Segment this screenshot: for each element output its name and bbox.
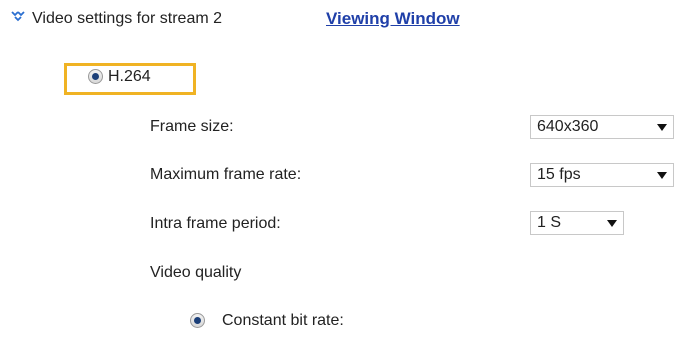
viewing-window-link[interactable]: Viewing Window [326,9,460,29]
max-frame-rate-value: 15 fps [537,166,581,183]
max-frame-rate-select[interactable]: 15 fps [530,163,674,187]
chevron-down-icon [607,219,617,227]
max-frame-rate-label: Maximum frame rate: [150,166,302,183]
chevron-down-icon [657,123,667,131]
chevron-down-icon [657,171,667,179]
video-quality-label: Video quality [150,264,242,281]
frame-size-select[interactable]: 640x360 [530,115,674,139]
intra-frame-period-label: Intra frame period: [150,215,281,232]
section-title: Video settings for stream 2 [32,10,223,27]
frame-size-label: Frame size: [150,118,234,135]
frame-size-value: 640x360 [537,118,599,135]
chevron-double-down-icon[interactable] [10,10,26,24]
constant-bit-rate-label: Constant bit rate: [222,312,344,329]
intra-frame-period-value: 1 S [537,214,562,231]
radio-selected-dot [92,73,99,80]
h264-label: H.264 [108,68,151,85]
radio-selected-dot [194,317,201,324]
intra-frame-period-select[interactable]: 1 S [530,211,624,235]
h264-radio[interactable] [88,69,103,84]
constant-bit-rate-radio[interactable] [190,313,205,328]
